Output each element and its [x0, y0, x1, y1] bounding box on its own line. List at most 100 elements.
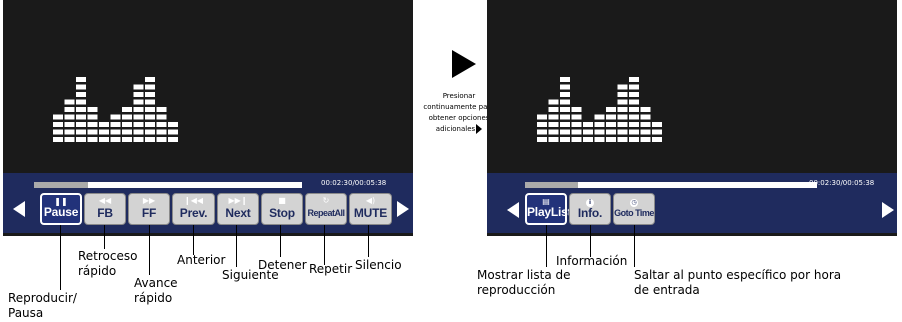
pause-button[interactable]: ❚❚ Pause	[40, 193, 82, 225]
progress-bar[interactable]	[34, 182, 302, 188]
equalizer-cell	[122, 122, 132, 127]
equalizer-graphic	[53, 77, 178, 142]
scroll-right-arrow-icon[interactable]	[397, 201, 409, 217]
progress-fill	[34, 182, 88, 188]
equalizer-cell	[629, 122, 639, 127]
player-left: 00:02:30/00:05:38 ❚❚ Pause ◀◀ FB ▶▶ FF ❙…	[3, 0, 413, 240]
equalizer-cell	[168, 129, 178, 135]
next-icon: ▶▶❙	[228, 196, 248, 205]
next-button[interactable]: ▶▶❙ Next	[217, 193, 259, 225]
equalizer-cell	[76, 77, 86, 82]
equalizer-cell	[110, 137, 121, 142]
divider-line	[3, 233, 413, 236]
play-arrow-icon	[452, 50, 476, 78]
equalizer-cell	[606, 137, 616, 142]
equalizer-cell	[571, 107, 582, 112]
progress-fill	[525, 182, 578, 188]
equalizer-cell	[560, 84, 570, 90]
callout-detener: Detener	[258, 258, 307, 272]
equalizer-cell	[133, 107, 144, 112]
callout-mostrar-lista: Mostrar lista de reproducción	[477, 268, 571, 297]
stop-button[interactable]: ■ Stop	[261, 193, 303, 225]
equalizer-cell	[652, 137, 662, 142]
equalizer-cell	[64, 122, 75, 127]
equalizer-cell	[629, 114, 639, 120]
scroll-left-arrow-icon[interactable]	[13, 201, 25, 217]
equalizer-cell	[53, 137, 63, 142]
equalizer-cell	[87, 129, 98, 135]
equalizer-cell	[133, 114, 144, 120]
mute-button[interactable]: ◀) MUTE	[349, 193, 392, 225]
equalizer-cell	[76, 99, 86, 105]
fast-backward-icon: ◀◀	[98, 196, 112, 205]
control-bar: 00:02:30/00:05:38 ▤ PlayList i Info. ◷ G…	[487, 173, 897, 233]
equalizer-cell	[64, 107, 75, 112]
equalizer-cell	[133, 92, 144, 97]
equalizer-cell	[145, 99, 155, 105]
scroll-left-arrow-icon[interactable]	[507, 202, 519, 218]
equalizer-cell	[617, 137, 628, 142]
small-arrow-icon	[476, 124, 483, 134]
fast-backward-button[interactable]: ◀◀ FB	[84, 193, 126, 225]
equalizer-cell	[548, 122, 559, 127]
equalizer-cell	[617, 107, 628, 112]
callout-line	[546, 225, 547, 267]
equalizer-cell	[53, 129, 63, 135]
equalizer-cell	[133, 122, 144, 127]
equalizer-cell	[594, 129, 605, 135]
goto-time-button[interactable]: ◷ Goto Time	[613, 193, 655, 225]
equalizer-cell	[76, 129, 86, 135]
equalizer-cell	[145, 84, 155, 90]
previous-button[interactable]: ❙◀◀ Prev.	[172, 193, 215, 225]
fast-forward-button[interactable]: ▶▶ FF	[128, 193, 170, 225]
equalizer-cell	[629, 129, 639, 135]
equalizer-cell	[76, 107, 86, 112]
callout-line	[324, 225, 325, 265]
equalizer-cell	[571, 137, 582, 142]
equalizer-cell	[133, 99, 144, 105]
callout-line	[590, 225, 591, 257]
equalizer-cell	[145, 129, 155, 135]
info-button[interactable]: i Info.	[569, 193, 611, 225]
equalizer-cell	[76, 92, 86, 97]
scroll-right-arrow-icon[interactable]	[882, 202, 894, 218]
equalizer-cell	[606, 129, 616, 135]
stop-icon: ■	[278, 196, 286, 205]
divider-line	[487, 233, 897, 236]
callout-line	[60, 225, 61, 290]
progress-bar[interactable]	[525, 182, 817, 188]
time-display: 00:02:30/00:05:38	[809, 179, 875, 187]
equalizer-cell	[122, 107, 132, 112]
equalizer-cell	[145, 122, 155, 127]
callout-repetir: Repetir	[309, 262, 353, 276]
equalizer-cell	[145, 114, 155, 120]
equalizer-cell	[571, 114, 582, 120]
equalizer-cell	[594, 137, 605, 142]
equalizer-cell	[560, 114, 570, 120]
equalizer-cell	[560, 137, 570, 142]
equalizer-cell	[560, 99, 570, 105]
equalizer-cell	[606, 122, 616, 127]
callout-line	[193, 225, 194, 255]
equalizer-cell	[99, 137, 109, 142]
equalizer-cell	[64, 129, 75, 135]
equalizer-cell	[548, 129, 559, 135]
equalizer-cell	[122, 129, 132, 135]
equalizer-cell	[110, 122, 121, 127]
equalizer-cell	[76, 122, 86, 127]
equalizer-cell	[99, 122, 109, 127]
equalizer-cell	[76, 114, 86, 120]
equalizer-cell	[560, 107, 570, 112]
equalizer-cell	[652, 122, 662, 127]
repeat-all-button[interactable]: ↻ RepeatAll	[305, 193, 347, 225]
callout-line	[236, 225, 237, 267]
equalizer-cell	[110, 114, 121, 120]
equalizer-cell	[640, 129, 651, 135]
callout-anterior: Anterior	[177, 253, 226, 267]
equalizer-cell	[583, 122, 593, 127]
equalizer-cell	[145, 92, 155, 97]
equalizer-cell	[583, 129, 593, 135]
equalizer-cell	[583, 137, 593, 142]
playlist-button[interactable]: ▤ PlayList	[525, 193, 572, 225]
equalizer-cell	[156, 107, 167, 112]
